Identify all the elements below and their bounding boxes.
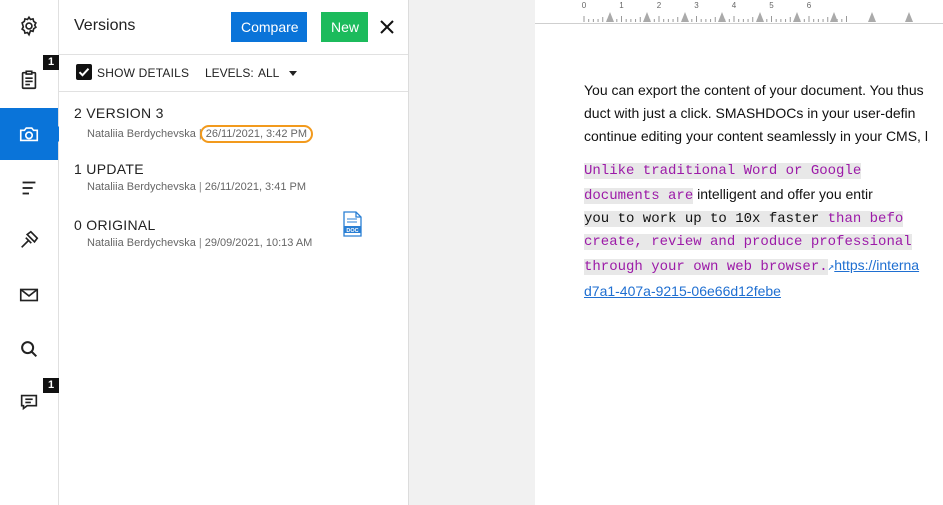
tab-stop-marker[interactable] xyxy=(643,12,651,22)
outline-button[interactable] xyxy=(0,162,58,214)
version-date-highlighted: 26/11/2021, 3:42 PM xyxy=(199,125,314,143)
panel-header: Versions Compare New xyxy=(59,0,408,55)
version-author: Nataliia Berdychevska xyxy=(87,237,196,249)
app-window: 1 1 Versions Compare New SHOW DETAILS LE… xyxy=(0,0,943,505)
left-rail: 1 1 xyxy=(0,0,66,505)
tracked-text: than befo xyxy=(819,211,904,227)
comment-icon xyxy=(20,394,38,411)
doc-icon-label: DOC xyxy=(346,228,358,234)
ruler-label: 6 xyxy=(807,1,812,10)
document-link[interactable]: https://interna xyxy=(834,257,919,273)
version-row[interactable]: 0 ORIGINAL Nataliia Berdychevska | 29/09/2… xyxy=(59,211,408,269)
tab-stop-marker[interactable] xyxy=(830,12,838,22)
hammer-icon xyxy=(21,230,39,248)
ruler-graphic: 0 1 2 3 4 5 6 xyxy=(582,1,913,22)
version-title: 2 VERSION 3 xyxy=(74,105,164,121)
version-author: Nataliia Berdychevska xyxy=(87,128,196,140)
tab-stop-marker[interactable] xyxy=(681,12,689,22)
version-row[interactable]: 1 UPDATE Nataliia Berdychevska | 26/11/202… xyxy=(59,161,408,213)
tools-button[interactable] xyxy=(0,214,58,266)
tab-stop-marker[interactable] xyxy=(718,12,726,22)
version-meta: Nataliia Berdychevska | 26/11/2021, 3:42 P… xyxy=(87,125,314,143)
tracked-text: create, review and produce professional xyxy=(584,234,912,250)
show-details-label: SHOW DETAILS xyxy=(97,66,190,80)
ruler-label: 2 xyxy=(657,1,662,10)
versions-toolbar: SHOW DETAILS LEVELS: ALL xyxy=(59,56,408,92)
search-icon xyxy=(21,341,38,358)
levels-label: LEVELS: xyxy=(205,66,254,80)
docx-file-icon[interactable]: DOC xyxy=(343,211,362,237)
ruler-label: 1 xyxy=(619,1,624,10)
levels-dropdown[interactable]: ALL xyxy=(258,62,298,84)
tracked-text: Unlike traditional Word or Google xyxy=(584,163,862,179)
comments-badge: 1 xyxy=(43,378,59,393)
paragraph-2: Unlike traditional Word or Google docume… xyxy=(584,163,920,299)
version-date: 26/11/2021, 3:41 PM xyxy=(204,181,307,193)
ruler-label: 4 xyxy=(732,1,737,10)
tab-stop-marker[interactable] xyxy=(868,12,876,22)
checkmark-icon xyxy=(78,68,90,77)
versions-button[interactable] xyxy=(0,108,66,160)
version-row[interactable]: 2 VERSION 3 Nataliia Berdychevska | 26/11/… xyxy=(59,105,408,157)
document-page: 0 1 2 3 4 5 6 You can export the content of yo… xyxy=(535,0,943,505)
show-details-checkbox[interactable] xyxy=(76,64,92,80)
paragraph-1: You can export the content of your docum… xyxy=(584,82,928,144)
version-meta: Nataliia Berdychevska | 29/09/2021, 10:13 … xyxy=(87,237,313,249)
tracked-text: documents are xyxy=(584,188,694,204)
versions-panel: Versions Compare New SHOW DETAILS LEVELS… xyxy=(59,0,409,505)
version-author: Nataliia Berdychevska xyxy=(87,181,196,193)
outline-icon xyxy=(22,181,36,195)
document-link-continued[interactable]: d7a1-407a-9215-06e66d12febe xyxy=(584,283,781,299)
settings-button[interactable] xyxy=(0,0,58,52)
compare-button[interactable]: Compare xyxy=(231,12,307,42)
panel-title: Versions xyxy=(74,17,136,34)
version-meta: Nataliia Berdychevska | 26/11/2021, 3:41 P… xyxy=(87,181,307,193)
ruler-label: 0 xyxy=(582,1,587,10)
gear-icon xyxy=(21,15,37,37)
editor-gutter xyxy=(409,0,535,505)
clipboard-icon xyxy=(21,70,37,90)
ruler-label: 5 xyxy=(769,1,774,10)
ruler[interactable]: 0 1 2 3 4 5 6 xyxy=(535,0,943,24)
tab-stop-marker[interactable] xyxy=(905,12,913,22)
tab-stop-marker[interactable] xyxy=(793,12,801,22)
mail-icon xyxy=(19,288,39,302)
new-version-button[interactable]: New xyxy=(321,12,368,42)
tab-stop-marker[interactable] xyxy=(606,12,614,22)
close-icon[interactable] xyxy=(377,17,397,37)
mail-button[interactable] xyxy=(0,269,58,321)
version-title: 1 UPDATE xyxy=(74,161,144,177)
ruler-label: 3 xyxy=(694,1,699,10)
version-title: 0 ORIGINAL xyxy=(74,217,156,233)
levels-value: ALL xyxy=(258,66,280,80)
version-date: 29/09/2021, 10:13 AM xyxy=(204,237,313,249)
tasks-badge: 1 xyxy=(43,55,59,70)
search-button[interactable] xyxy=(0,323,58,375)
tab-stop-marker[interactable] xyxy=(756,12,764,22)
camera-icon xyxy=(19,127,39,142)
tracked-text: through your own web browser. xyxy=(584,259,828,275)
chevron-down-icon xyxy=(289,71,298,77)
